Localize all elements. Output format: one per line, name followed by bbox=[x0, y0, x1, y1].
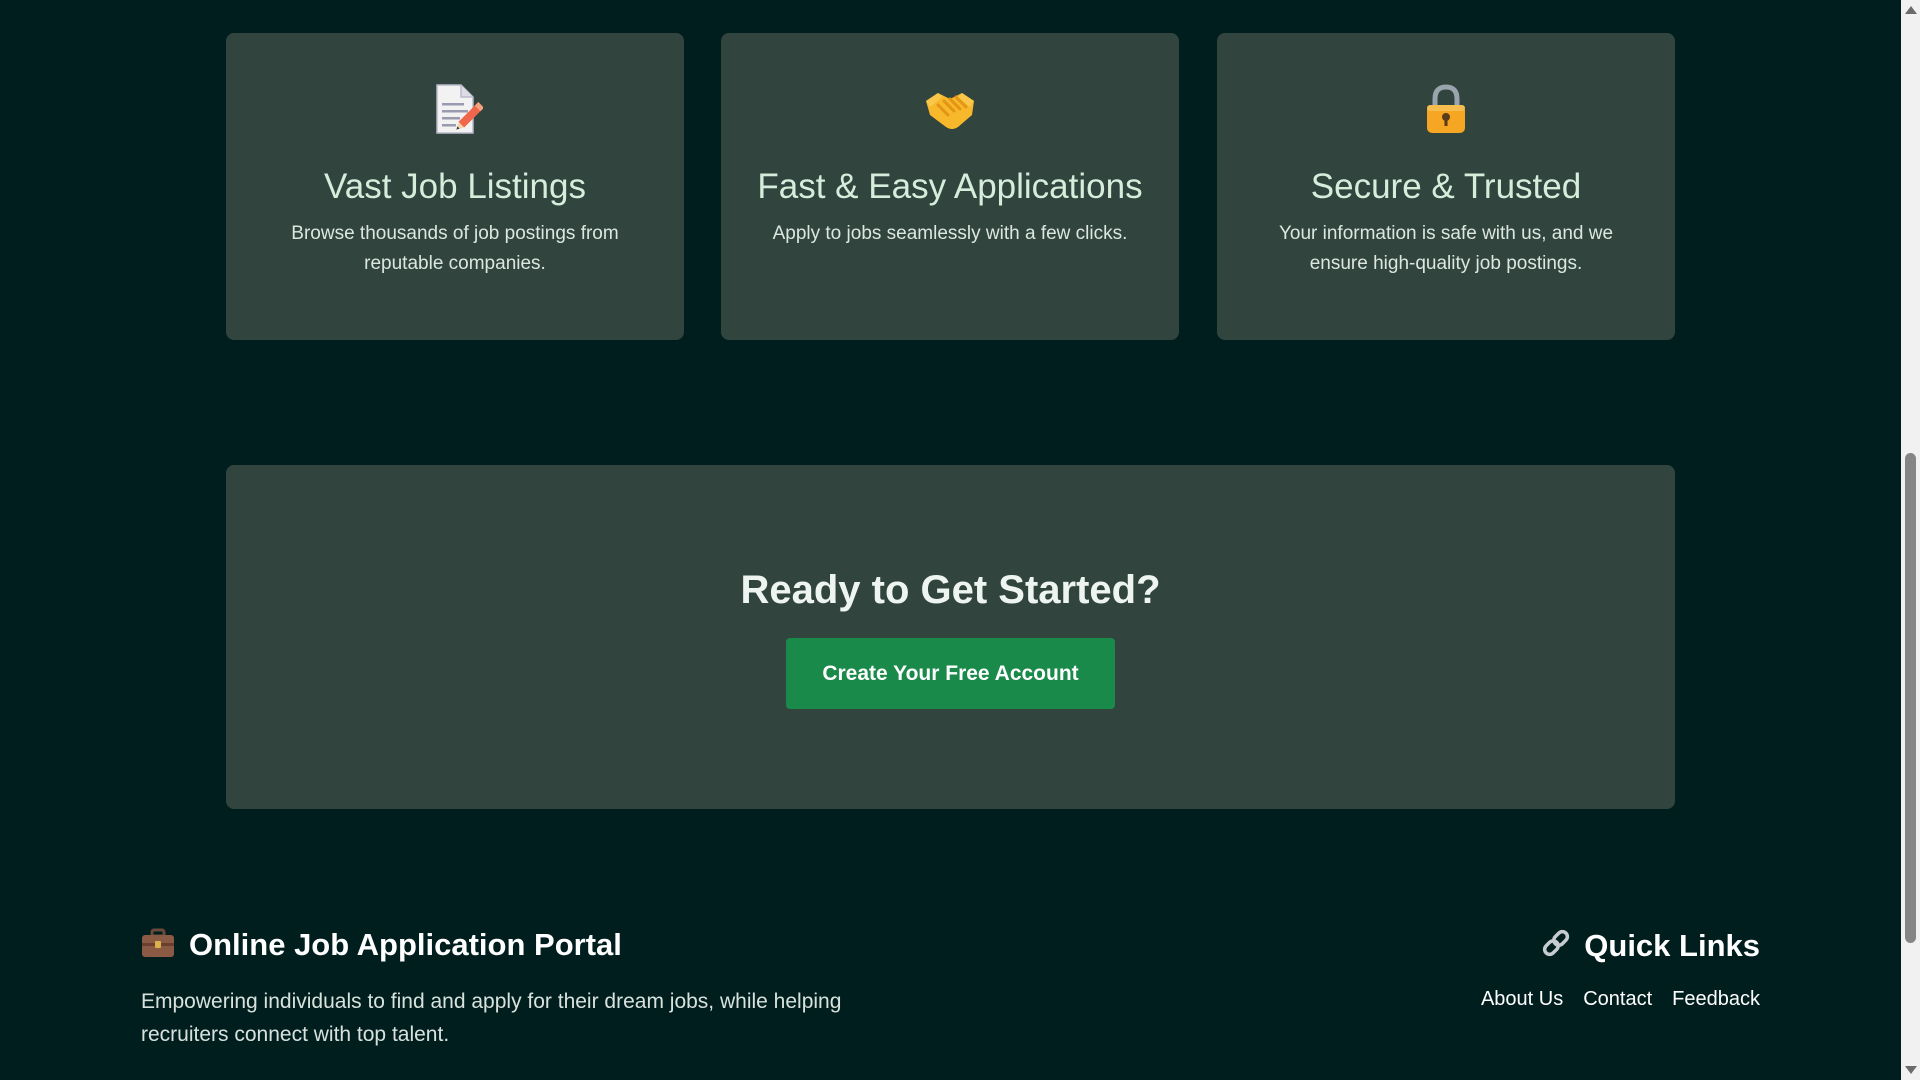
link-icon bbox=[1540, 927, 1572, 964]
page: Vast Job Listings Browse thousands of jo… bbox=[0, 0, 1920, 1080]
link-about-us[interactable]: About Us bbox=[1481, 988, 1563, 1011]
footer-brand-title: Online Job Application Portal bbox=[189, 927, 622, 962]
feature-card-secure-trusted: Secure & Trusted Your information is saf… bbox=[1217, 33, 1675, 340]
memo-icon bbox=[427, 81, 484, 137]
briefcase-icon bbox=[141, 928, 175, 963]
vertical-scrollbar[interactable] bbox=[1901, 0, 1920, 1080]
footer-brand: Online Job Application Portal bbox=[141, 927, 622, 963]
scrollbar-thumb[interactable] bbox=[1905, 453, 1916, 943]
cta-title: Ready to Get Started? bbox=[740, 568, 1161, 612]
feature-title: Secure & Trusted bbox=[1310, 167, 1582, 206]
cta-section: Ready to Get Started? Create Your Free A… bbox=[226, 465, 1675, 809]
link-contact[interactable]: Contact bbox=[1583, 988, 1652, 1011]
feature-description: Browse thousands of job postings from re… bbox=[291, 223, 619, 274]
feature-title: Vast Job Listings bbox=[324, 167, 586, 206]
create-account-button[interactable]: Create Your Free Account bbox=[786, 638, 1115, 709]
link-feedback[interactable]: Feedback bbox=[1672, 988, 1760, 1011]
feature-card-vast-job-listings: Vast Job Listings Browse thousands of jo… bbox=[226, 33, 684, 340]
scroll-down-arrow-icon[interactable] bbox=[1905, 1066, 1917, 1074]
lock-icon bbox=[1418, 81, 1474, 137]
feature-title: Fast & Easy Applications bbox=[757, 167, 1143, 206]
quick-links-header: Quick Links bbox=[1481, 927, 1760, 964]
quick-links-list: About Us Contact Feedback bbox=[1481, 988, 1760, 1011]
quick-links: Quick Links About Us Contact Feedback bbox=[1481, 927, 1760, 1011]
quick-links-title: Quick Links bbox=[1584, 927, 1760, 963]
footer-description: Empowering individuals to find and apply… bbox=[141, 990, 842, 1046]
feature-description: Apply to jobs seamlessly with a few clic… bbox=[772, 223, 1128, 244]
scroll-up-arrow-icon[interactable] bbox=[1905, 6, 1917, 14]
feature-card-fast-easy-applications: Fast & Easy Applications Apply to jobs s… bbox=[721, 33, 1179, 340]
feature-description: Your information is safe with us, and we… bbox=[1278, 223, 1614, 274]
handshake-icon bbox=[922, 81, 978, 137]
